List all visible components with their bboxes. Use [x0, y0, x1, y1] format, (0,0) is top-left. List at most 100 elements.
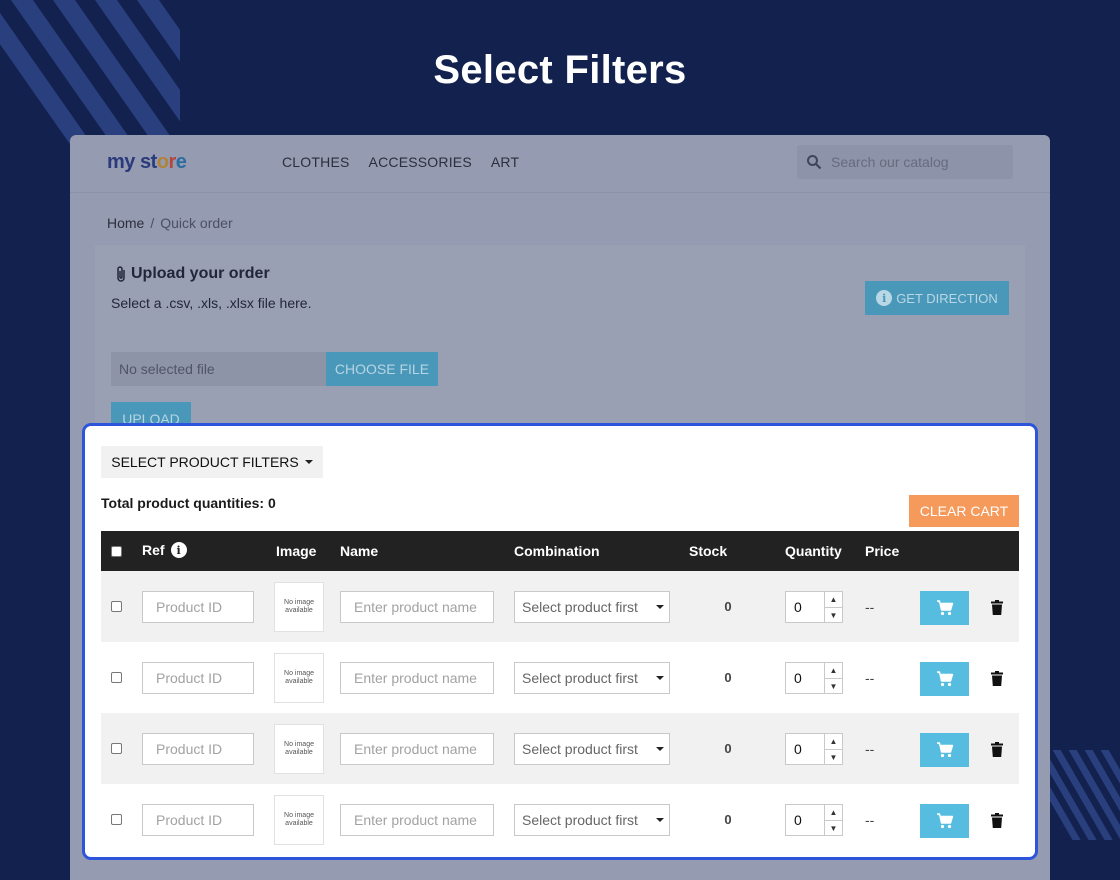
product-image-placeholder: No image available [274, 653, 324, 703]
nav-accessories[interactable]: ACCESSORIES [369, 154, 472, 170]
price-value: -- [865, 741, 875, 757]
search-icon[interactable] [806, 154, 822, 170]
caret-down-icon [304, 460, 313, 464]
trash-icon [991, 599, 1003, 615]
add-to-cart-button[interactable] [920, 733, 969, 767]
cart-icon [936, 742, 953, 758]
search-box [797, 145, 1013, 179]
decrement-icon[interactable]: ▼ [825, 607, 842, 622]
increment-icon[interactable]: ▲ [825, 663, 842, 678]
search-input[interactable] [831, 154, 1001, 170]
increment-icon[interactable]: ▲ [825, 592, 842, 607]
add-to-cart-button[interactable] [920, 662, 969, 696]
caret-down-icon [656, 818, 664, 822]
table-row: No image availableSelect product first00… [101, 713, 1019, 784]
quantity-stepper[interactable]: 0 ▲ ▼ [785, 804, 843, 836]
table-row: No image availableSelect product first00… [101, 784, 1019, 855]
increment-icon[interactable]: ▲ [825, 805, 842, 820]
column-name: Name [340, 543, 379, 559]
row-checkbox[interactable] [111, 743, 122, 754]
select-all-checkbox[interactable] [111, 545, 122, 557]
info-icon[interactable]: i [170, 542, 187, 558]
product-name-input[interactable] [340, 591, 494, 623]
combination-value: Select product first [522, 812, 638, 828]
combination-value: Select product first [522, 670, 638, 686]
delete-row-button[interactable] [990, 598, 1004, 616]
price-value: -- [865, 599, 875, 615]
table-row: No image available Select product first 0 0… [101, 571, 1019, 642]
nav-clothes[interactable]: CLOTHES [282, 154, 350, 170]
quantity-stepper[interactable]: 0 ▲ ▼ [785, 662, 843, 694]
cart-icon [936, 600, 953, 616]
stock-value: 0 [724, 599, 732, 614]
store-logo[interactable]: my store [107, 151, 187, 174]
quantity-value: 0 [794, 812, 802, 828]
combination-select[interactable]: Select product first [514, 733, 670, 765]
breadcrumb: Home / Quick order [107, 215, 233, 231]
quantity-value: 0 [794, 670, 802, 686]
row-checkbox[interactable] [111, 601, 122, 612]
nav-art[interactable]: ART [491, 154, 519, 170]
upload-title-text: Upload your order [131, 265, 270, 282]
price-value: -- [865, 670, 875, 686]
combination-value: Select product first [522, 741, 638, 757]
quantity-stepper[interactable]: 0 ▲ ▼ [785, 591, 843, 623]
upload-title: Upload your order [115, 265, 270, 283]
paperclip-icon [117, 266, 125, 282]
column-quantity: Quantity [785, 543, 842, 559]
hero-title: Select Filters [433, 48, 687, 92]
choose-file-button[interactable]: CHOOSE FILE [326, 352, 438, 386]
product-name-input[interactable] [340, 804, 494, 836]
select-product-filters-label: SELECT PRODUCT FILTERS [111, 454, 299, 470]
delete-row-button[interactable] [990, 740, 1004, 758]
stock-value: 0 [724, 812, 732, 827]
product-id-input[interactable] [142, 733, 254, 765]
table-row: No image available Select product first 00… [101, 642, 1019, 713]
breadcrumb-current: Quick order [160, 215, 233, 231]
decrement-icon[interactable]: ▼ [825, 820, 842, 835]
table-header: Ref i Image Name Combination Stock Quanti… [101, 531, 1019, 571]
total-quantities: Total product quantities: 0 [101, 495, 276, 511]
combination-value: Select product first [522, 599, 638, 615]
row-checkbox[interactable] [111, 672, 122, 683]
selected-file-field: No selected file [111, 352, 327, 386]
product-id-input[interactable] [142, 591, 254, 623]
top-nav: CLOTHES ACCESSORIES ART [282, 154, 519, 170]
decorative-stripes-bottom-right [1040, 750, 1120, 840]
product-id-input[interactable] [142, 804, 254, 836]
combination-select[interactable]: Select product first [514, 662, 670, 694]
breadcrumb-home[interactable]: Home [107, 215, 144, 231]
caret-down-icon [656, 676, 664, 680]
decrement-icon[interactable]: ▼ [825, 678, 842, 693]
clear-cart-button[interactable]: CLEAR CART [909, 495, 1019, 527]
breadcrumb-separator: / [150, 215, 155, 231]
add-to-cart-button[interactable] [920, 804, 969, 838]
product-name-input[interactable] [340, 733, 494, 765]
trash-icon [991, 670, 1003, 686]
trash-icon [991, 812, 1003, 828]
column-price: Price [865, 543, 900, 559]
decrement-icon[interactable]: ▼ [825, 749, 842, 764]
price-value: -- [865, 812, 875, 828]
combination-select[interactable]: Select product first [514, 591, 670, 623]
product-id-input[interactable] [142, 662, 254, 694]
increment-icon[interactable]: ▲ [825, 734, 842, 749]
row-checkbox[interactable] [111, 814, 122, 825]
caret-down-icon [656, 605, 664, 609]
column-combination: Combination [514, 543, 600, 559]
get-direction-button[interactable]: i GET DIRECTION [865, 281, 1009, 315]
combination-select[interactable]: Select product first [514, 804, 670, 836]
cart-icon [936, 671, 953, 687]
delete-row-button[interactable] [990, 811, 1004, 829]
column-ref: Ref i [142, 531, 187, 571]
add-to-cart-button[interactable] [920, 591, 969, 625]
product-image-placeholder: No image available [274, 724, 324, 774]
info-icon: i [876, 290, 893, 306]
quantity-stepper[interactable]: 0 ▲ ▼ [785, 733, 843, 765]
delete-row-button[interactable] [990, 669, 1004, 687]
select-product-filters-button[interactable]: SELECT PRODUCT FILTERS [101, 446, 323, 478]
product-image-placeholder: No image available [274, 582, 324, 632]
product-image-placeholder: No image available [274, 795, 324, 845]
caret-down-icon [656, 747, 664, 751]
product-name-input[interactable] [340, 662, 494, 694]
